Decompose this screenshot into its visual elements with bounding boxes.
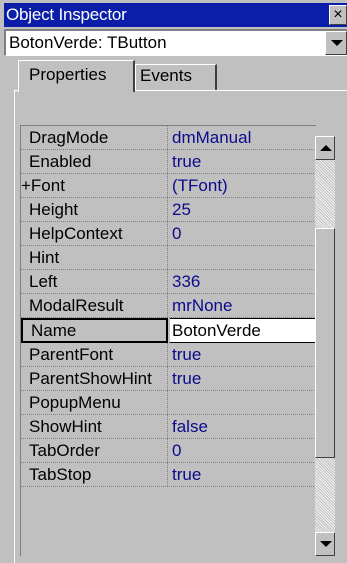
property-name: ParentShowHint [21,367,168,390]
property-value[interactable]: (TFont) [170,174,316,197]
property-value-editor[interactable]: BotonVerde [170,318,316,343]
title-bar[interactable]: Object Inspector × [4,3,347,27]
property-row[interactable]: ModalResult mrNone [21,294,316,318]
property-row[interactable]: Hint [21,246,316,270]
property-value[interactable]: mrNone [170,294,316,317]
close-button[interactable]: × [329,5,347,25]
property-row-selected[interactable]: Name BotonVerde [21,318,316,343]
property-row[interactable]: +Font (TFont) [21,174,316,198]
property-name: Height [21,198,168,221]
property-row[interactable]: ParentShowHint true [21,367,316,391]
property-name: HelpContext [21,222,168,245]
property-value[interactable]: false [170,415,316,438]
close-icon: × [333,6,343,23]
property-name: Hint [21,246,168,269]
property-name: TabOrder [21,439,168,462]
window-title: Object Inspector [6,5,127,24]
scrollbar-thumb[interactable] [315,228,335,458]
property-value[interactable]: true [170,367,316,390]
property-name: ModalResult [21,294,168,317]
property-name: Name [21,318,168,343]
tab-properties-label: Properties [29,65,107,84]
property-value[interactable]: 0 [170,222,316,245]
property-row[interactable]: Left 336 [21,270,316,294]
property-value[interactable]: 336 [170,270,316,293]
property-row[interactable]: HelpContext 0 [21,222,316,246]
property-name: ShowHint [21,415,168,438]
tab-events-label: Events [140,66,192,85]
object-inspector-window: Object Inspector × BotonVerde: TButton P… [0,0,347,563]
property-value[interactable]: 0 [170,439,316,462]
scroll-down-icon[interactable] [315,532,335,556]
property-value[interactable] [170,246,316,269]
chevron-down-icon[interactable] [325,31,347,55]
property-value[interactable]: true [170,463,316,486]
property-grid: DragMode dmManual Enabled true +Font (TF… [20,125,316,556]
property-value[interactable] [170,391,316,414]
property-row[interactable]: PopupMenu [21,391,316,415]
property-row[interactable]: TabStop true [21,463,316,487]
property-value[interactable]: true [170,343,316,366]
property-name: Left [21,270,168,293]
property-name[interactable]: +Font [21,174,168,197]
property-row[interactable]: ShowHint false [21,415,316,439]
property-row[interactable]: Enabled true [21,150,316,174]
tab-properties[interactable]: Properties [18,60,135,92]
property-row[interactable]: Height 25 [21,198,316,222]
component-selector[interactable]: BotonVerde: TButton [4,29,347,56]
property-name: Enabled [21,150,168,173]
tab-events[interactable]: Events [135,64,217,90]
property-row[interactable]: TabOrder 0 [21,439,316,463]
property-name: ParentFont [21,343,168,366]
property-name: TabStop [21,463,168,486]
property-value[interactable]: 25 [170,198,316,221]
property-value[interactable]: dmManual [170,126,316,149]
property-name: PopupMenu [21,391,168,414]
property-value[interactable]: true [170,150,316,173]
vertical-scrollbar[interactable] [315,136,335,556]
scroll-up-icon[interactable] [315,136,335,160]
property-name: DragMode [21,126,168,149]
property-row[interactable]: DragMode dmManual [21,126,316,150]
property-row[interactable]: ParentFont true [21,343,316,367]
component-selector-value: BotonVerde: TButton [9,33,167,52]
